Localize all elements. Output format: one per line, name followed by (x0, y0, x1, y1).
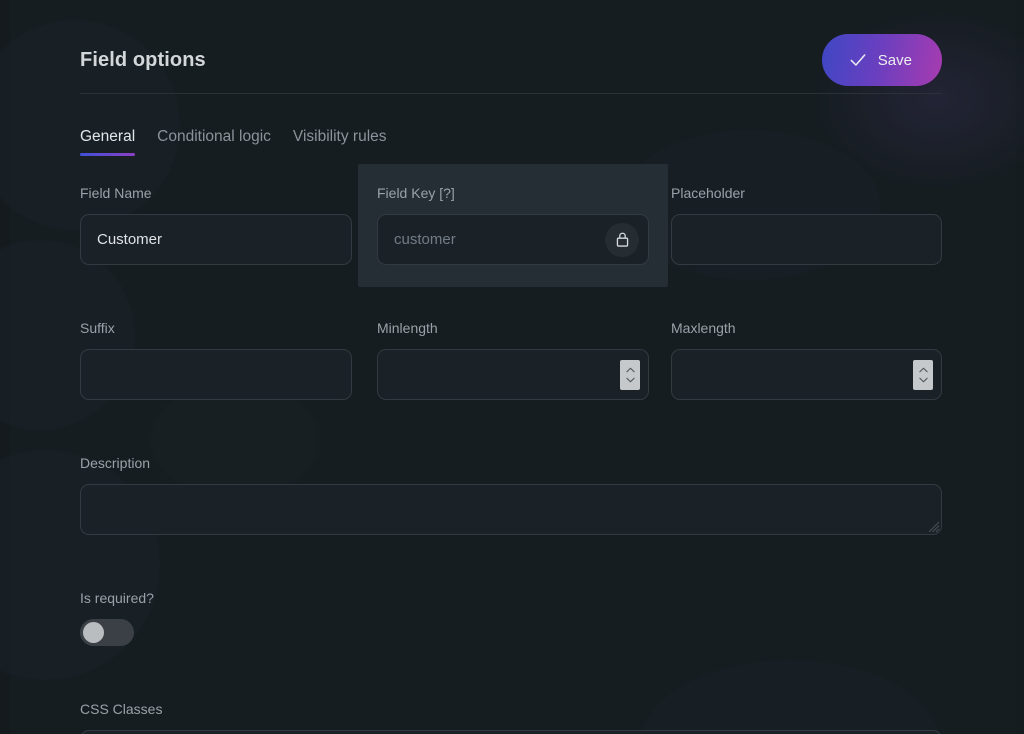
suffix-label: Suffix (80, 320, 115, 336)
lock-button[interactable] (605, 222, 639, 257)
row-spacer (80, 646, 942, 702)
column-gap (352, 321, 377, 400)
field-key-group: Field Key [?] (358, 164, 668, 287)
is-required-toggle[interactable] (80, 619, 134, 646)
field-options-page: Field options Save General Conditional l… (0, 0, 1024, 734)
placeholder-input[interactable] (671, 214, 942, 265)
maxlength-stepper-icon[interactable] (913, 359, 933, 390)
minlength-stepper-icon[interactable] (620, 359, 640, 390)
check-icon (848, 50, 868, 70)
save-button-label: Save (877, 51, 912, 69)
column-gap (649, 186, 671, 265)
maxlength-group: Maxlength (671, 321, 942, 400)
minlength-group: Minlength (377, 321, 649, 400)
tab-general[interactable]: General (80, 128, 136, 160)
description-textarea[interactable] (80, 484, 942, 535)
maxlength-label: Maxlength (671, 320, 736, 336)
minlength-input-wrap (377, 349, 649, 400)
row-spacer (80, 400, 942, 456)
lock-icon (615, 231, 630, 248)
is-required-label: Is required? (80, 590, 154, 606)
description-label: Description (80, 455, 151, 471)
tab-conditional-logic[interactable]: Conditional logic (157, 128, 271, 160)
row-spacer (80, 535, 942, 591)
suffix-group: Suffix (80, 321, 352, 400)
tab-bar: General Conditional logic Visibility rul… (80, 128, 387, 160)
form-row-1: Field Name Field Key [?] (80, 164, 942, 287)
placeholder-label: Placeholder (671, 185, 745, 201)
description-textarea-wrap (80, 484, 942, 535)
field-key-input-wrap (377, 214, 649, 265)
field-key-label: Field Key [?] (377, 185, 455, 201)
field-options-form: Field Name Field Key [?] (80, 164, 942, 734)
css-classes-group: CSS Classes (80, 702, 942, 734)
form-row-2: Suffix Minlength Maxlength (80, 321, 942, 400)
minlength-input[interactable] (377, 349, 649, 400)
css-classes-input[interactable] (80, 730, 942, 734)
column-gap (649, 321, 671, 400)
minlength-label: Minlength (377, 320, 438, 336)
page-header: Field options Save (80, 28, 942, 92)
field-name-group: Field Name (80, 186, 352, 265)
placeholder-group: Placeholder (671, 186, 942, 265)
page-title: Field options (80, 48, 206, 71)
is-required-group: Is required? (80, 591, 942, 646)
maxlength-input[interactable] (671, 349, 942, 400)
description-group: Description (80, 456, 942, 535)
field-name-label: Field Name (80, 185, 152, 201)
header-divider (80, 93, 942, 94)
toggle-knob (83, 622, 104, 643)
tab-visibility-rules[interactable]: Visibility rules (293, 128, 387, 160)
maxlength-input-wrap (671, 349, 942, 400)
suffix-input[interactable] (80, 349, 352, 400)
right-edge-band (1016, 0, 1024, 734)
save-button[interactable]: Save (821, 34, 942, 86)
field-name-input[interactable] (80, 214, 352, 265)
css-classes-label: CSS Classes (80, 701, 163, 717)
left-edge-band (0, 0, 10, 734)
